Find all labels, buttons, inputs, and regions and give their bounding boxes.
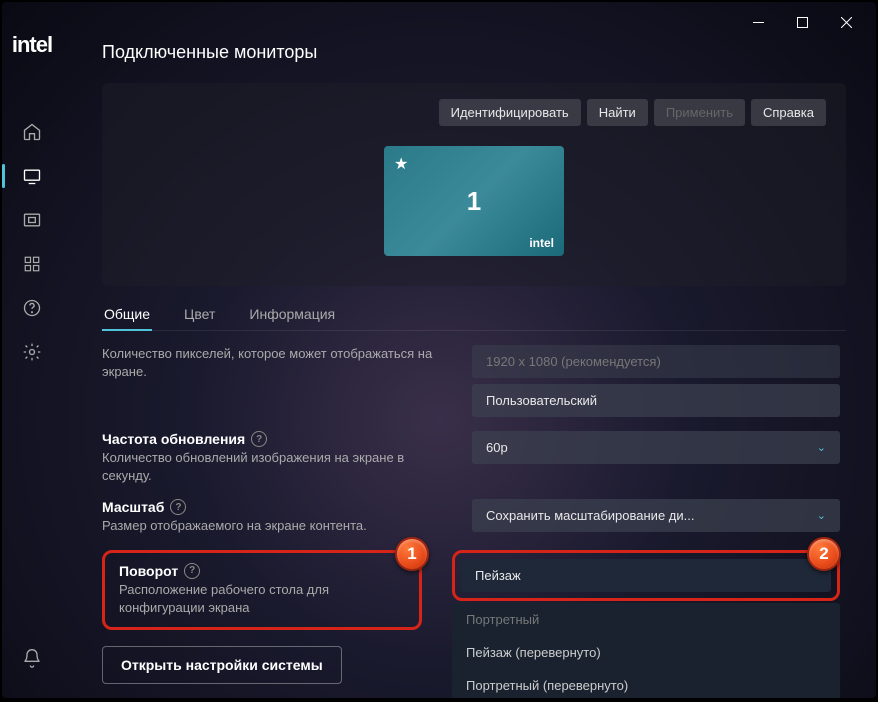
annotation-badge-2: 2 <box>807 537 841 571</box>
brand-logo: intel <box>12 32 52 58</box>
display-icon <box>22 166 42 186</box>
nav-apps[interactable] <box>12 244 52 284</box>
help-icon <box>22 298 42 318</box>
bell-icon <box>22 648 42 668</box>
star-icon: ★ <box>394 154 408 174</box>
setting-pixels: Количество пикселей, которое может отобр… <box>102 345 840 417</box>
rotation-help-icon[interactable]: ? <box>184 563 200 579</box>
tab-info[interactable]: Информация <box>247 298 337 330</box>
chevron-down-icon: ⌄ <box>817 441 826 454</box>
rotation-selected: Пейзаж <box>475 568 521 583</box>
nav-home[interactable] <box>12 112 52 152</box>
nav-notifications[interactable] <box>12 638 52 678</box>
nav-help[interactable] <box>12 288 52 328</box>
help-button[interactable]: Справка <box>751 99 826 126</box>
refresh-value: 60p <box>486 440 508 455</box>
page-title: Подключенные мониторы <box>102 42 846 63</box>
rotation-desc: Расположение рабочего стола для конфигур… <box>119 581 405 617</box>
gear-icon <box>22 342 42 362</box>
nav-display[interactable] <box>12 156 52 196</box>
monitor-brand: intel <box>529 236 554 250</box>
grid-icon <box>23 255 41 273</box>
panel-toolbar: Идентифицировать Найти Применить Справка <box>122 99 826 126</box>
rotation-dropdown: Портретный Пейзаж (перевернуто) Портретн… <box>452 603 840 698</box>
nav-settings[interactable] <box>12 332 52 372</box>
refresh-title: Частота обновления <box>102 431 245 447</box>
monitor-tile[interactable]: ★ 1 intel <box>384 146 564 256</box>
close-button[interactable] <box>824 7 868 37</box>
home-icon <box>22 122 42 142</box>
tab-bar: Общие Цвет Информация <box>102 298 846 331</box>
nav-video[interactable] <box>12 200 52 240</box>
annotation-badge-1: 1 <box>395 537 429 571</box>
pixels-desc: Количество пикселей, которое может отобр… <box>102 345 442 381</box>
tab-color[interactable]: Цвет <box>182 298 217 330</box>
apply-button: Применить <box>654 99 745 126</box>
maximize-button[interactable] <box>780 7 824 37</box>
rotation-highlight: 1 Поворот ? Расположение рабочего стола … <box>102 550 422 630</box>
rotation-select-highlight: 2 Пейзаж <box>452 550 840 601</box>
settings-list: Количество пикселей, которое может отобр… <box>102 345 840 698</box>
resolution-option-recommended[interactable]: 1920 x 1080 (рекомендуется) <box>472 345 840 378</box>
tab-general[interactable]: Общие <box>102 298 152 330</box>
settings-scroll[interactable]: Количество пикселей, которое может отобр… <box>102 345 846 698</box>
minimize-button[interactable] <box>736 7 780 37</box>
monitors-panel: Идентифицировать Найти Применить Справка… <box>102 83 846 286</box>
identify-button[interactable]: Идентифицировать <box>439 99 581 126</box>
open-system-settings-button[interactable]: Открыть настройки системы <box>102 646 342 684</box>
rotation-option-portrait-flip[interactable]: Портретный (перевернуто) <box>452 669 840 698</box>
scale-select[interactable]: Сохранить масштабирование ди... ⌄ <box>472 499 840 532</box>
scale-help-icon[interactable]: ? <box>170 499 186 515</box>
scale-title: Масштаб <box>102 499 164 515</box>
monitor-number: 1 <box>467 186 481 217</box>
refresh-select[interactable]: 60p ⌄ <box>472 431 840 464</box>
app-window: intel Подключенные мониторы Идентифициро… <box>2 2 876 698</box>
rotation-select[interactable]: Пейзаж <box>461 559 831 592</box>
rotation-title: Поворот <box>119 563 178 579</box>
titlebar <box>2 2 876 42</box>
setting-refresh: Частота обновления ? Количество обновлен… <box>102 431 840 485</box>
scale-desc: Размер отображаемого на экране контента. <box>102 517 442 535</box>
setting-rotation: 1 Поворот ? Расположение рабочего стола … <box>102 550 840 698</box>
chevron-down-icon: ⌄ <box>817 509 826 522</box>
rotation-option-portrait[interactable]: Портретный <box>452 603 840 636</box>
refresh-desc: Количество обновлений изображения на экр… <box>102 449 442 485</box>
sidebar: intel <box>2 22 62 698</box>
resolution-option-custom[interactable]: Пользовательский <box>472 384 840 417</box>
setting-scale: Масштаб ? Размер отображаемого на экране… <box>102 499 840 535</box>
rotation-option-landscape-flip[interactable]: Пейзаж (перевернуто) <box>452 636 840 669</box>
find-button[interactable]: Найти <box>587 99 648 126</box>
main-content: Подключенные мониторы Идентифицировать Н… <box>62 42 876 698</box>
video-icon <box>22 210 42 230</box>
scale-value: Сохранить масштабирование ди... <box>486 508 694 523</box>
refresh-help-icon[interactable]: ? <box>251 431 267 447</box>
